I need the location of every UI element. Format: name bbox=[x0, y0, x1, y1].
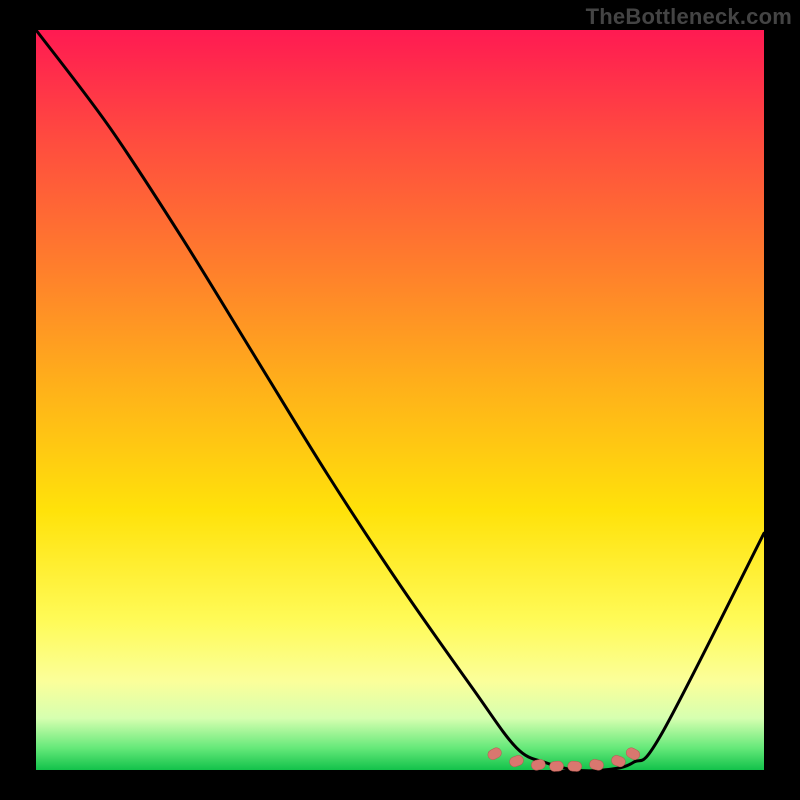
plot-area bbox=[36, 30, 764, 770]
optimal-marker bbox=[486, 746, 503, 761]
bottleneck-curve bbox=[36, 30, 764, 771]
optimal-marker bbox=[549, 761, 564, 772]
chart-svg bbox=[36, 30, 764, 770]
chart-frame: TheBottleneck.com bbox=[0, 0, 800, 800]
optimal-marker bbox=[530, 758, 546, 771]
optimal-marker bbox=[624, 746, 641, 761]
optimal-marker bbox=[567, 761, 582, 772]
optimal-marker bbox=[508, 754, 525, 768]
watermark-text: TheBottleneck.com bbox=[586, 4, 792, 30]
